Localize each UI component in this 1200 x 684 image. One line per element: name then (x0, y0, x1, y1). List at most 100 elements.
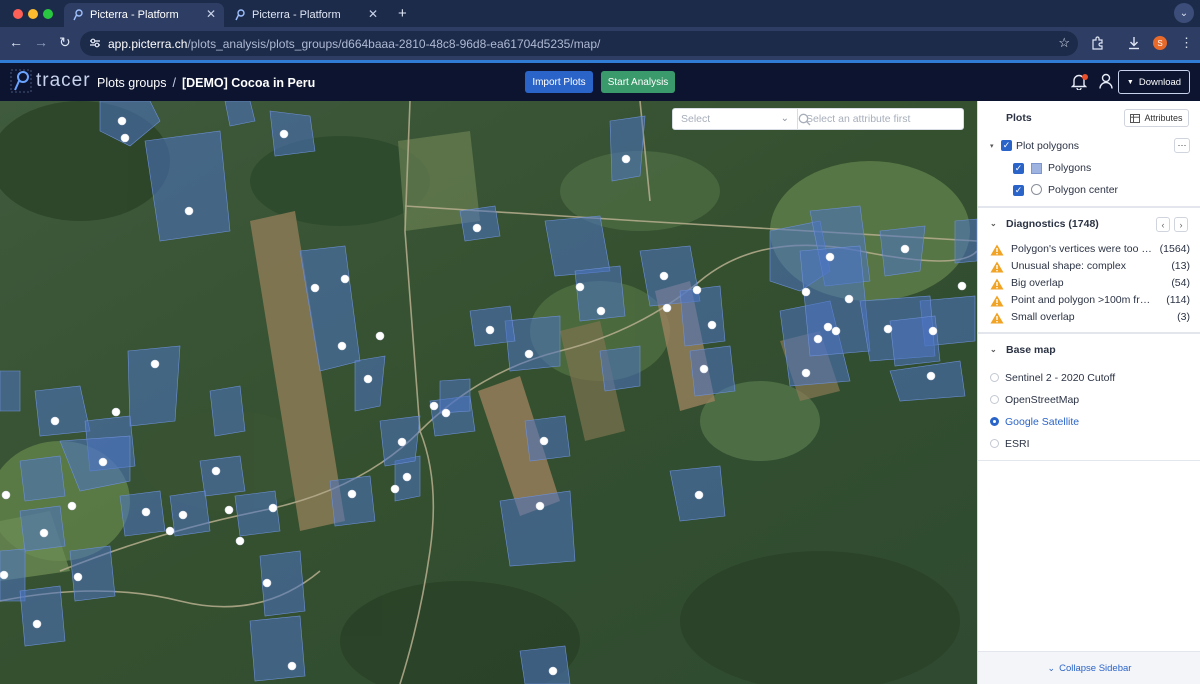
attribute-select[interactable]: Select ⌄ (672, 108, 798, 130)
section-divider (978, 332, 1200, 334)
close-tab-icon[interactable]: ✕ (368, 7, 378, 21)
zoom-window-button[interactable] (43, 9, 53, 19)
close-tab-icon[interactable]: ✕ (206, 7, 216, 21)
browser-tab[interactable]: Picterra - Platform ✕ (226, 3, 386, 27)
attributes-button[interactable]: Attributes (1124, 109, 1189, 127)
polygons-checkbox[interactable]: ✓ (1013, 163, 1024, 174)
diagnostic-label: Point and polygon >100m from each other (1011, 294, 1153, 306)
next-diagnostic-button[interactable]: › (1174, 217, 1188, 232)
extensions-icon[interactable] (1091, 36, 1105, 50)
tab-title: Picterra - Platform (90, 9, 179, 21)
download-button[interactable]: ▼ Download (1118, 70, 1190, 94)
logo-text: tracer (36, 70, 91, 91)
new-tab-button[interactable]: + (398, 5, 407, 22)
diagnostic-item[interactable]: Big overlap (54) (990, 277, 1190, 291)
chevron-down-icon: ⌄ (990, 219, 997, 228)
collapse-sidebar-label: Collapse Sidebar (1059, 662, 1132, 674)
tab-title: Picterra - Platform (252, 9, 341, 21)
basemap-radio-esri[interactable] (990, 439, 999, 448)
basemap-label[interactable]: Google Satellite (1005, 416, 1079, 428)
collapse-sidebar-button[interactable]: ⌄ Collapse Sidebar (978, 651, 1200, 684)
url-path: /plots_analysis/plots_groups/d664baaa-28… (187, 36, 601, 51)
basemap-title: Base map (1006, 344, 1056, 356)
diagnostic-label: Unusual shape: complex (1011, 260, 1126, 272)
diagnostic-count: (3) (1177, 311, 1190, 323)
address-bar[interactable]: app.picterra.ch/plots_analysis/plots_gro… (80, 31, 1078, 56)
close-window-button[interactable] (13, 9, 23, 19)
map-canvas[interactable] (0, 101, 977, 684)
previous-diagnostic-button[interactable]: ‹ (1156, 217, 1170, 232)
diagnostic-item[interactable]: Unusual shape: complex (13) (990, 260, 1190, 274)
browser-menu-icon[interactable]: ⋮ (1180, 35, 1193, 51)
diagnostic-item[interactable]: Point and polygon >100m from each other … (990, 294, 1190, 308)
notification-badge (1082, 74, 1088, 80)
chevron-down-icon: ⌄ (990, 345, 997, 354)
tracer-logo[interactable]: tracer (10, 69, 91, 93)
basemap-label[interactable]: Sentinel 2 - 2020 Cutoff (1005, 372, 1115, 384)
warning-icon (990, 278, 1004, 290)
more-options-button[interactable]: ⋯ (1174, 138, 1190, 153)
attribute-select-placeholder: Select (681, 113, 711, 125)
layer-label-polygon-center: Polygon center (1048, 184, 1119, 196)
plot-polygons-checkbox[interactable]: ✓ (1001, 140, 1012, 151)
picterra-favicon-icon (73, 9, 83, 21)
browser-tab-bar: Picterra - Platform ✕ Picterra - Platfor… (0, 0, 1200, 27)
download-icon[interactable] (1127, 36, 1141, 50)
table-icon (1130, 113, 1141, 123)
plots-title: Plots (1006, 112, 1032, 124)
user-account-icon[interactable] (1099, 73, 1113, 89)
import-plots-button[interactable]: Import Plots (525, 71, 593, 93)
minimize-window-button[interactable] (28, 9, 38, 19)
site-info-icon[interactable] (89, 37, 101, 49)
layer-label-polygons: Polygons (1048, 162, 1092, 174)
reload-icon[interactable]: ↻ (59, 34, 71, 51)
breadcrumb-current: [DEMO] Cocoa in Peru (181, 76, 316, 90)
tab-search-button[interactable]: ⌄ (1174, 3, 1194, 23)
breadcrumb-plots-groups[interactable]: Plots groups (97, 76, 166, 90)
point-swatch-icon (1031, 184, 1042, 195)
back-icon[interactable]: ← (9, 34, 23, 50)
breadcrumb-separator: / (172, 76, 176, 90)
double-chevron-down-icon: ⌄ (1047, 662, 1056, 673)
diagnostics-title: Diagnostics (1748) (1006, 218, 1099, 230)
url-host: app.picterra.ch (108, 36, 188, 51)
browser-tab-active[interactable]: Picterra - Platform ✕ (64, 3, 224, 27)
attribute-search-placeholder: Select an attribute first (806, 113, 911, 125)
diagnostic-item[interactable]: Polygon's vertices were too close (1564) (990, 243, 1190, 257)
basemap-label[interactable]: OpenStreetMap (1005, 394, 1079, 406)
diagnostic-count: (1564) (1159, 243, 1190, 255)
sidebar: Plots Attributes ▾ ✓ Plot polygons ⋯ ✓ P… (977, 101, 1200, 684)
polygon-center-checkbox[interactable]: ✓ (1013, 185, 1024, 196)
section-divider (978, 460, 1200, 461)
basemap-radio-google-satellite[interactable] (990, 417, 999, 426)
forward-icon[interactable]: → (34, 34, 48, 50)
basemap-radio-sentinel[interactable] (990, 373, 999, 382)
diagnostic-count: (54) (1171, 277, 1190, 289)
picterra-favicon-icon (235, 9, 245, 21)
breadcrumb: Plots groups / [DEMO] Cocoa in Peru (97, 76, 315, 90)
warning-icon (990, 261, 1004, 273)
attribute-value-search[interactable]: Select an attribute first (797, 108, 964, 130)
chevron-down-icon: ⌄ (780, 113, 789, 124)
search-icon (798, 113, 811, 126)
bookmark-star-icon[interactable]: ☆ (1058, 35, 1070, 51)
profile-avatar[interactable]: S (1153, 36, 1167, 50)
diagnostic-count: (114) (1166, 294, 1190, 306)
layer-group-label: Plot polygons (1016, 140, 1080, 152)
polygon-swatch-icon (1031, 163, 1042, 174)
download-label: Download (1138, 76, 1182, 88)
start-analysis-button[interactable]: Start Analysis (601, 71, 675, 93)
diagnostic-label: Small overlap (1011, 311, 1075, 323)
caret-down-icon[interactable]: ▾ (990, 142, 994, 150)
warning-icon (990, 295, 1004, 307)
diagnostic-item[interactable]: Small overlap (3) (990, 311, 1190, 325)
warning-icon (990, 312, 1004, 324)
section-divider (978, 206, 1200, 208)
warning-icon (990, 244, 1004, 256)
app-header: tracer Plots groups / [DEMO] Cocoa in Peru… (0, 63, 1200, 101)
diagnostic-count: (13) (1171, 260, 1190, 272)
basemap-label[interactable]: ESRI (1005, 438, 1030, 450)
basemap-radio-osm[interactable] (990, 395, 999, 404)
attributes-label: Attributes (1144, 113, 1183, 123)
satellite-map[interactable]: Select ⌄ Select an attribute first (0, 101, 977, 684)
